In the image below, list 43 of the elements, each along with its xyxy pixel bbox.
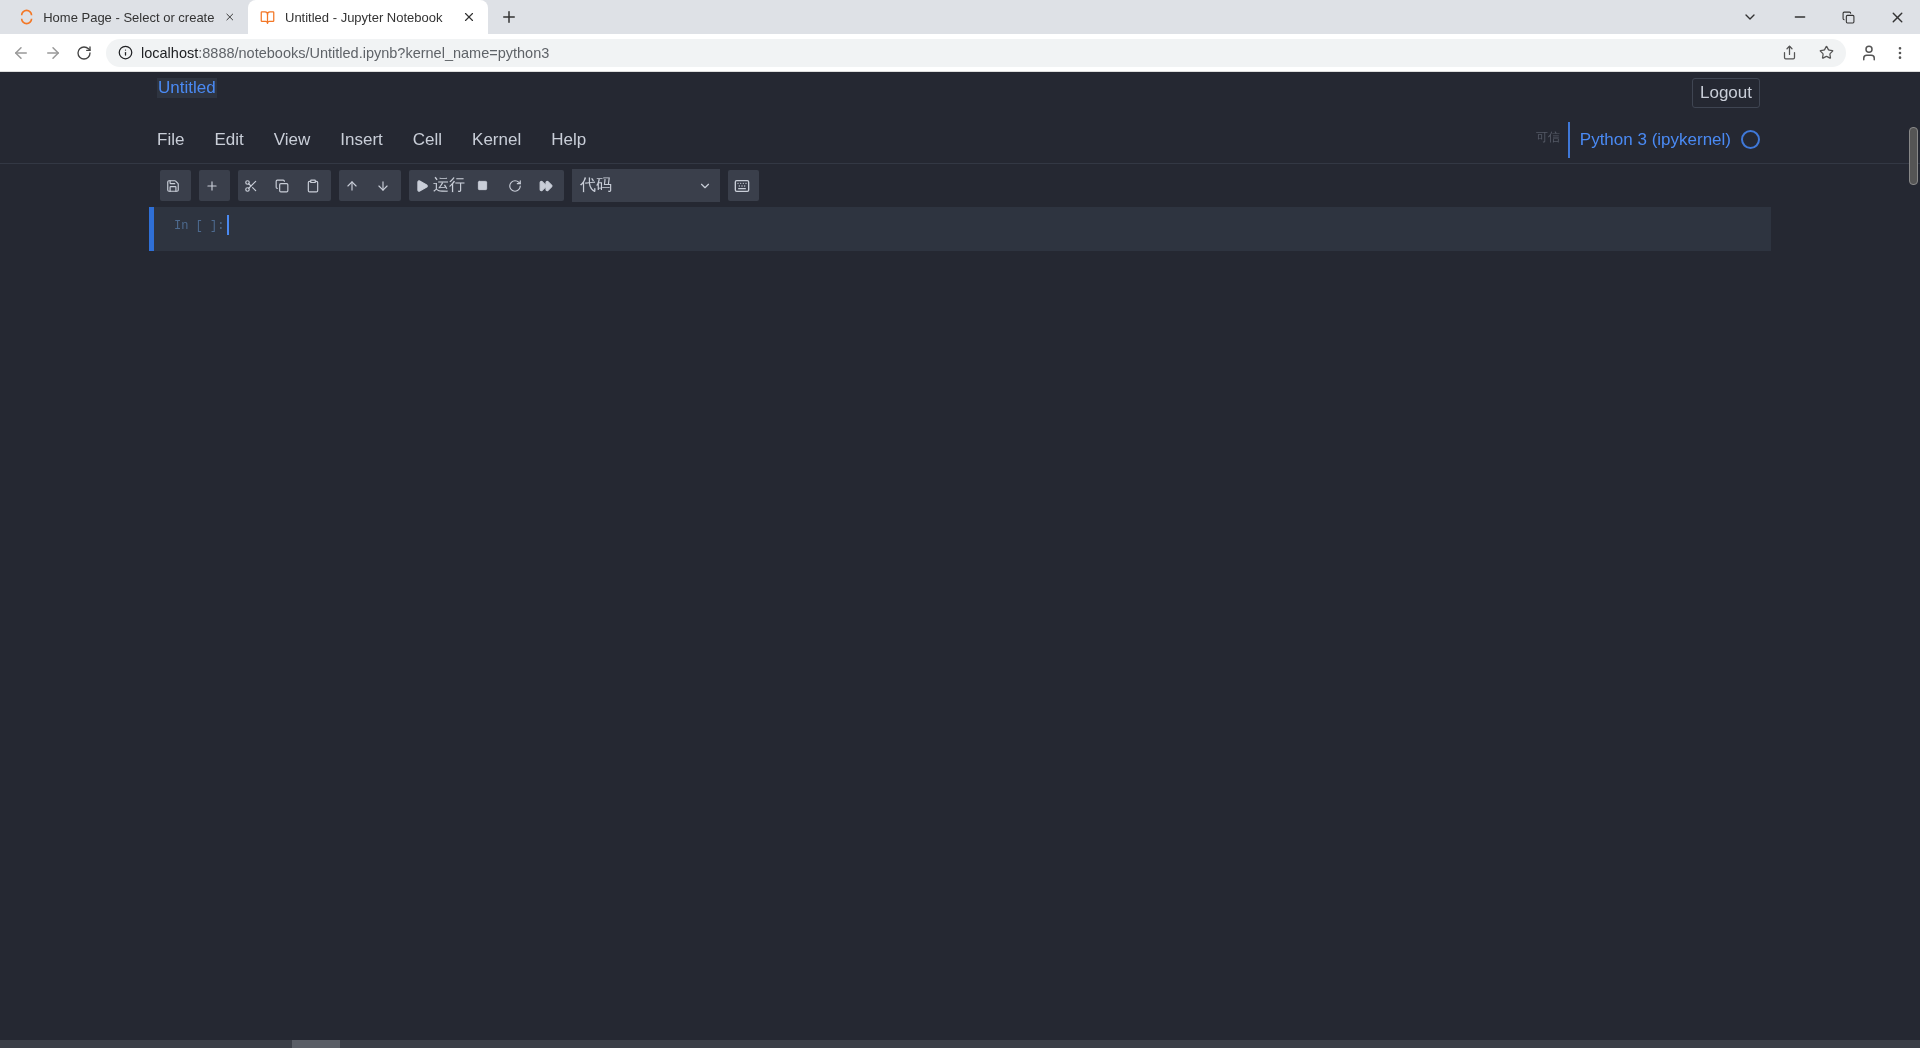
paste-icon — [306, 178, 320, 193]
logout-button[interactable]: Logout — [1692, 78, 1760, 108]
tab-title: Home Page - Select or create — [43, 9, 215, 25]
reload-icon[interactable] — [76, 44, 92, 61]
save-icon — [166, 178, 180, 193]
bookmark-star-icon[interactable] — [1819, 45, 1834, 60]
menu-item[interactable]: Insert — [340, 129, 398, 150]
browser-tab[interactable]: Untitled - Jupyter Notebook — [248, 0, 488, 34]
kernel-name[interactable]: Python 3 (ipykernel) — [1567, 121, 1741, 158]
address-bar[interactable]: localhost:8888/notebooks/Untitled.ipynb?kernel_name=python3 — [106, 38, 1846, 67]
menu-item[interactable]: Edit — [214, 129, 259, 150]
restart-icon — [508, 178, 522, 193]
plus-icon — [205, 178, 219, 193]
menu-item[interactable]: File — [157, 129, 200, 150]
horizontal-scrollbar[interactable] — [0, 1040, 1920, 1048]
profile-icon[interactable] — [1860, 43, 1878, 62]
menu-item[interactable]: Kernel — [472, 129, 537, 150]
menu-item[interactable]: View — [273, 129, 326, 150]
scissors-icon — [244, 178, 258, 193]
close-icon[interactable] — [462, 10, 476, 24]
share-icon[interactable] — [1782, 45, 1797, 60]
menu-item[interactable]: Help — [551, 129, 602, 150]
browser-tab[interactable]: Home Page - Select or create — [8, 0, 248, 34]
notebook-title[interactable]: Untitled — [157, 78, 217, 98]
info-icon — [118, 45, 133, 60]
arrow-up-icon — [345, 178, 359, 193]
cell-type-dropdown[interactable]: 代码 — [572, 169, 720, 202]
url-text: localhost:8888/notebooks/Untitled.ipynb?kernel_name=python3 — [141, 44, 550, 61]
restore-icon[interactable] — [1842, 10, 1855, 24]
arrow-down-icon — [376, 178, 390, 193]
stop-icon — [477, 180, 488, 191]
new-tab-icon[interactable] — [500, 8, 518, 26]
fast-forward-icon — [539, 178, 553, 193]
scrollbar-thumb[interactable] — [1909, 127, 1918, 185]
text-cursor — [227, 215, 230, 235]
tab-title: Untitled - Jupyter Notebook — [285, 9, 444, 25]
input-prompt: In [ ]: — [174, 219, 225, 233]
copy-icon — [275, 178, 289, 193]
play-icon — [415, 178, 429, 193]
menu-item[interactable]: Cell — [412, 129, 458, 150]
book-icon — [260, 9, 275, 25]
ring-icon — [20, 9, 34, 25]
keyboard-icon — [734, 177, 750, 194]
